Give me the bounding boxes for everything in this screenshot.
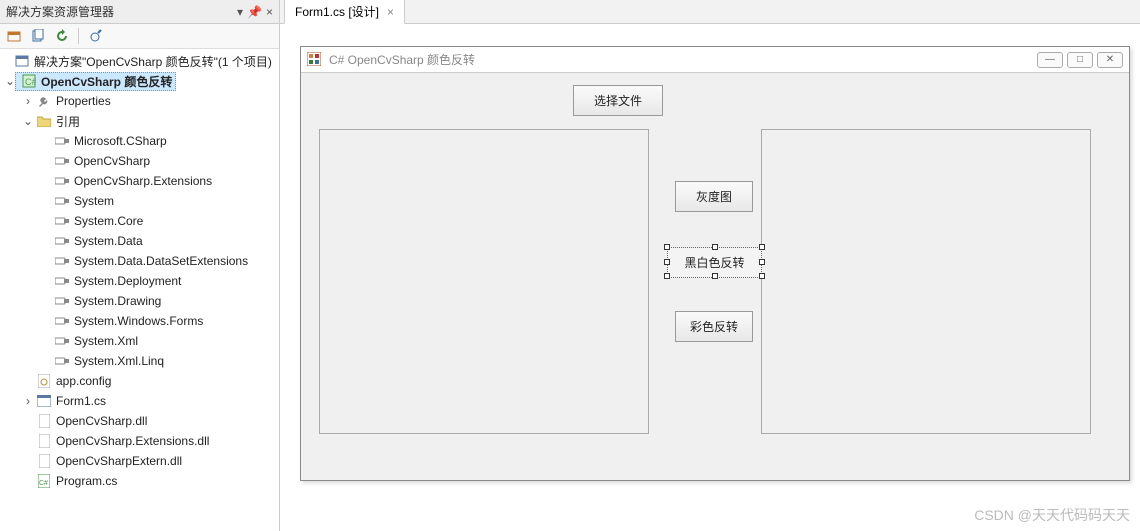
pin-icon[interactable]: 📌	[247, 5, 262, 19]
reference-icon	[54, 293, 70, 309]
wrench-icon	[36, 93, 52, 109]
resize-handle[interactable]	[759, 273, 765, 279]
reference-node[interactable]: OpenCvSharp.Extensions	[0, 171, 279, 191]
home-icon[interactable]	[6, 28, 22, 44]
cs-file-icon: C#	[36, 473, 52, 489]
file-icon	[36, 433, 52, 449]
refresh-icon[interactable]	[54, 28, 70, 44]
separator	[78, 28, 79, 44]
reference-node[interactable]: System	[0, 191, 279, 211]
form-client-area[interactable]: 选择文件 灰度图 黑白色反转 彩色反转	[301, 73, 1129, 480]
dropdown-icon[interactable]: ▾	[237, 5, 243, 19]
select-file-button[interactable]: 选择文件	[573, 85, 663, 116]
reference-icon	[54, 353, 70, 369]
document-tabs: Form1.cs [设计] ×	[280, 0, 1140, 24]
maximize-icon[interactable]: □	[1067, 52, 1093, 68]
watermark-text: CSDN @天天代码码天天	[974, 505, 1130, 525]
tab-label: Form1.cs [设计]	[295, 3, 379, 20]
form1-node[interactable]: › Form1.cs	[0, 391, 279, 411]
panel-title-text: 解决方案资源管理器	[6, 3, 233, 20]
grayscale-button[interactable]: 灰度图	[675, 181, 753, 212]
reference-node[interactable]: System.Xml.Linq	[0, 351, 279, 371]
close-icon[interactable]: ×	[266, 5, 273, 19]
designer-area: Form1.cs [设计] × C# OpenCvSharp 颜色反转 — □ …	[280, 0, 1140, 531]
reference-node[interactable]: System.Windows.Forms	[0, 311, 279, 331]
project-node[interactable]: ⌄ C# OpenCvSharp 颜色反转	[0, 71, 279, 91]
panel-titlebar: 解决方案资源管理器 ▾ 📌 ×	[0, 0, 279, 24]
dll-node[interactable]: OpenCvSharp.Extensions.dll	[0, 431, 279, 451]
close-window-icon[interactable]: ✕	[1097, 52, 1123, 68]
resize-handle[interactable]	[759, 244, 765, 250]
tab-close-icon[interactable]: ×	[387, 5, 394, 19]
reference-icon	[54, 313, 70, 329]
csharp-project-icon: C#	[21, 73, 37, 89]
panel-toolbar	[0, 24, 279, 49]
dll-node[interactable]: OpenCvSharp.dll	[0, 411, 279, 431]
winform-window[interactable]: C# OpenCvSharp 颜色反转 — □ ✕ 选择文件 灰度图 黑白色反转	[300, 46, 1130, 481]
reference-icon	[54, 233, 70, 249]
program-node[interactable]: C# Program.cs	[0, 471, 279, 491]
folder-icon	[36, 113, 52, 129]
reference-node[interactable]: System.Data	[0, 231, 279, 251]
reference-node[interactable]: System.Xml	[0, 331, 279, 351]
reference-icon	[54, 193, 70, 209]
config-icon	[36, 373, 52, 389]
solution-icon	[14, 53, 30, 69]
svg-text:C#: C#	[39, 480, 48, 487]
resize-handle[interactable]	[664, 259, 670, 265]
properties-icon[interactable]	[87, 28, 103, 44]
color-invert-button[interactable]: 彩色反转	[675, 311, 753, 342]
properties-node[interactable]: › Properties	[0, 91, 279, 111]
reference-node[interactable]: System.Deployment	[0, 271, 279, 291]
reference-node[interactable]: System.Drawing	[0, 291, 279, 311]
minimize-icon[interactable]: —	[1037, 52, 1063, 68]
form-titlebar: C# OpenCvSharp 颜色反转 — □ ✕	[301, 47, 1129, 73]
picturebox-left[interactable]	[319, 129, 649, 434]
collapse-icon[interactable]: ⌄	[22, 114, 34, 128]
form-title-text: C# OpenCvSharp 颜色反转	[329, 51, 1033, 68]
dll-node[interactable]: OpenCvSharpExtern.dll	[0, 451, 279, 471]
resize-handle[interactable]	[712, 273, 718, 279]
solution-explorer-panel: 解决方案资源管理器 ▾ 📌 × 解决方案"OpenCvSharp 颜色反转"(1…	[0, 0, 280, 531]
resize-handle[interactable]	[664, 273, 670, 279]
picturebox-right[interactable]	[761, 129, 1091, 434]
reference-icon	[54, 253, 70, 269]
copy-icon[interactable]	[30, 28, 46, 44]
reference-icon	[54, 173, 70, 189]
expand-icon[interactable]: ›	[22, 394, 34, 408]
reference-icon	[54, 213, 70, 229]
reference-node[interactable]: System.Data.DataSetExtensions	[0, 251, 279, 271]
solution-node[interactable]: 解决方案"OpenCvSharp 颜色反转"(1 个项目)	[0, 51, 279, 71]
reference-icon	[54, 333, 70, 349]
reference-node[interactable]: Microsoft.CSharp	[0, 131, 279, 151]
svg-text:C#: C#	[25, 77, 36, 87]
solution-tree[interactable]: 解决方案"OpenCvSharp 颜色反转"(1 个项目) ⌄ C# OpenC…	[0, 49, 279, 531]
resize-handle[interactable]	[759, 259, 765, 265]
form-icon	[36, 393, 52, 409]
reference-icon	[54, 133, 70, 149]
appconfig-node[interactable]: app.config	[0, 371, 279, 391]
design-surface[interactable]: C# OpenCvSharp 颜色反转 — □ ✕ 选择文件 灰度图 黑白色反转	[280, 24, 1140, 531]
file-icon	[36, 453, 52, 469]
reference-node[interactable]: System.Core	[0, 211, 279, 231]
references-node[interactable]: ⌄ 引用	[0, 111, 279, 131]
resize-handle[interactable]	[664, 244, 670, 250]
resize-handle[interactable]	[712, 244, 718, 250]
expand-icon[interactable]: ›	[22, 94, 34, 108]
reference-node[interactable]: OpenCvSharp	[0, 151, 279, 171]
form-app-icon	[307, 52, 323, 68]
tab-form1-design[interactable]: Form1.cs [设计] ×	[284, 0, 405, 24]
reference-icon	[54, 273, 70, 289]
file-icon	[36, 413, 52, 429]
reference-icon	[54, 153, 70, 169]
